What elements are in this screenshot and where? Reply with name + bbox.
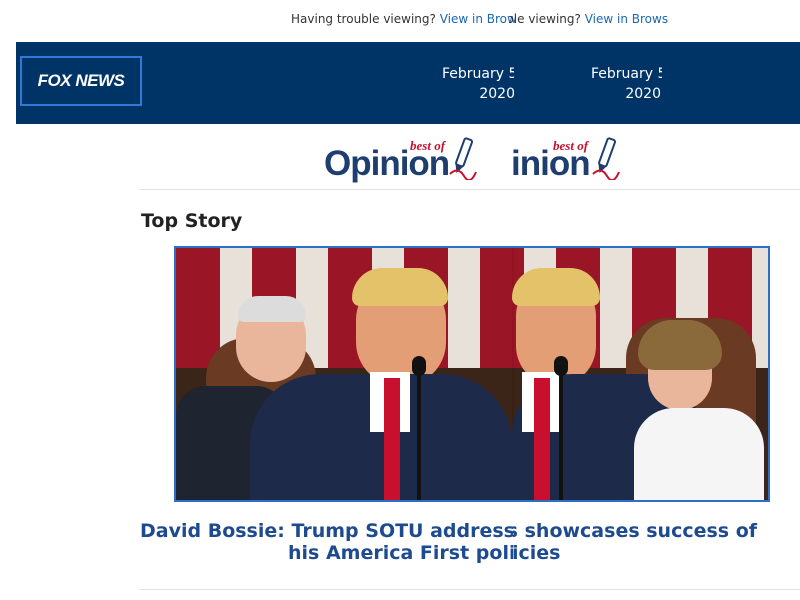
hair xyxy=(512,268,600,306)
headline-line1: David Bossie: Trump SOTU address showcas… xyxy=(513,520,758,542)
pen-icon xyxy=(592,137,620,180)
view-in-browser-link[interactable]: View in Browser xyxy=(440,12,515,26)
pen-icon xyxy=(449,137,477,180)
hair xyxy=(352,268,448,306)
date-line2: 2020 xyxy=(625,86,661,102)
tie xyxy=(534,378,550,500)
microphone-stand xyxy=(559,374,563,500)
date-line1: February 5, xyxy=(442,66,514,82)
story-headline-duplicate[interactable]: David Bossie: Trump SOTU address showcas… xyxy=(513,520,800,568)
best-of-label: best of xyxy=(553,138,589,153)
fox-news-logo[interactable]: FOX NEWS xyxy=(20,56,142,106)
best-of-label: best of xyxy=(410,138,446,153)
logo-text: FOX NEWS xyxy=(37,71,125,90)
preheader-duplicate: Having trouble viewing? View in Browser xyxy=(509,12,669,26)
hair xyxy=(238,296,306,322)
preheader-text: Having trouble viewing? xyxy=(291,12,436,26)
view-in-browser-link[interactable]: View in Browser xyxy=(585,12,669,26)
preheader-text: Having trouble viewing? xyxy=(509,12,581,26)
header-date: February 5, 2020 xyxy=(440,64,514,108)
divider xyxy=(140,189,800,190)
headline-line2: his America First policies xyxy=(288,542,513,564)
date-line1: February 5, xyxy=(591,66,662,82)
tie xyxy=(384,378,400,500)
microphone-icon xyxy=(554,356,568,376)
white-suit xyxy=(634,408,764,500)
preheader: Having trouble viewing? View in Browser xyxy=(291,12,515,26)
opinion-banner[interactable]: Opinion best of xyxy=(320,134,480,186)
opinion-banner-duplicate[interactable]: inion best of xyxy=(511,134,621,186)
headline-line1: David Bossie: Trump SOTU address showcas… xyxy=(140,520,513,542)
divider xyxy=(140,589,800,590)
headline-line2: his America First policies xyxy=(513,542,561,564)
section-title: Top Story xyxy=(141,210,243,232)
header-date-duplicate: February 5, 2020 xyxy=(584,64,662,108)
story-headline[interactable]: David Bossie: Trump SOTU address showcas… xyxy=(140,520,513,568)
story-image[interactable] xyxy=(174,246,770,502)
microphone-icon xyxy=(412,356,426,376)
date-line2: 2020 xyxy=(479,86,514,102)
microphone-stand xyxy=(417,374,421,500)
hair xyxy=(638,320,722,370)
